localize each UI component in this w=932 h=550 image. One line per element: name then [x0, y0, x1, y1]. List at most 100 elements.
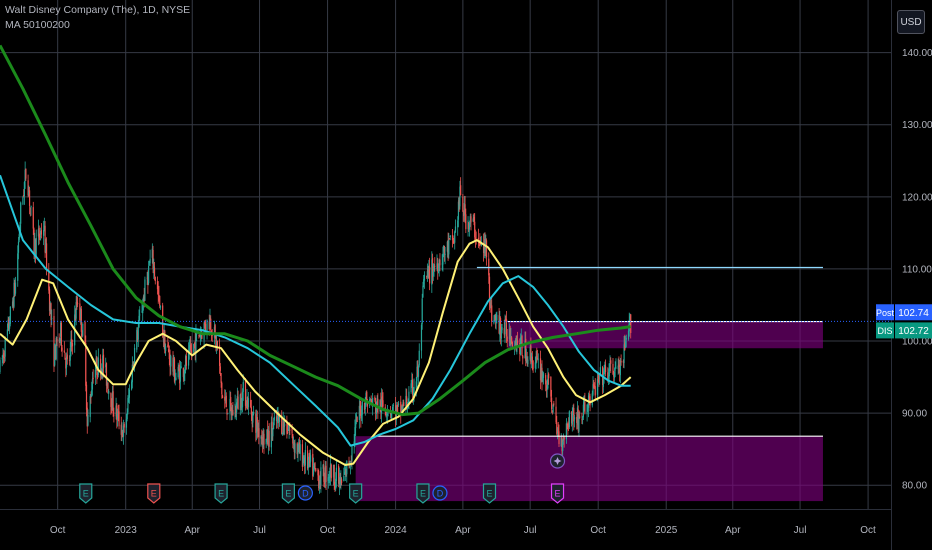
candle-body [284, 424, 286, 426]
dividend-marker: D [432, 485, 448, 501]
marker-letter: E [486, 489, 492, 499]
candle-body [429, 266, 431, 284]
candle-body [22, 197, 24, 205]
candle-body [439, 259, 441, 266]
candle-body [423, 274, 426, 281]
candle-body [548, 373, 550, 379]
candle-body [462, 196, 464, 212]
time-tick-label: Jul [524, 525, 537, 536]
price-chart[interactable]: EEEEDEEDEE 80.0090.00100.00110.00120.001… [0, 0, 932, 550]
candle-body [278, 416, 281, 422]
candle-body [615, 367, 617, 369]
candle-body [253, 411, 255, 413]
marker-letter: E [218, 489, 224, 499]
candle-body [247, 398, 250, 408]
supply-demand-zones [355, 321, 823, 502]
candle-body [614, 369, 616, 371]
candle-body [454, 231, 456, 243]
candle-body [180, 366, 182, 369]
candle-body [289, 429, 291, 431]
candle-body [137, 327, 139, 340]
candle-body [491, 305, 493, 322]
marker-letter: E [555, 489, 561, 499]
candle-body [422, 285, 424, 297]
candle-body [449, 235, 451, 238]
earnings-marker: E [79, 483, 93, 504]
candle-body [87, 414, 89, 426]
candle-body [625, 337, 627, 340]
candle-body [61, 347, 63, 351]
candle-body [287, 431, 289, 433]
candle-body [237, 396, 239, 410]
candle-body [630, 314, 632, 333]
price-tick-label: 120.00 [902, 192, 932, 203]
candle-body [159, 295, 161, 306]
candle-body [242, 382, 244, 392]
indicator-legend[interactable]: MA 50100200 [5, 19, 70, 32]
candle-body [304, 449, 306, 466]
candle-body [263, 433, 265, 445]
time-axis[interactable]: JulOct2023AprJulOct2024AprJulOct2025AprJ… [0, 509, 891, 550]
candle-body [563, 436, 565, 440]
marker-letter: E [285, 489, 291, 499]
price-tick-label: 130.00 [902, 120, 932, 131]
earnings-marker: E [214, 483, 228, 504]
candle-body [542, 373, 545, 378]
candle-body [397, 403, 400, 405]
candle-body [221, 382, 223, 395]
candle-body [220, 372, 222, 383]
candle-body [20, 202, 22, 224]
dividend-marker: D [297, 485, 313, 501]
candle-body [108, 390, 110, 394]
candle-body [144, 279, 146, 301]
moving-averages [0, 44, 632, 466]
candle-body [351, 445, 353, 461]
candle-body [185, 355, 187, 366]
candle-body [0, 360, 1, 373]
candle-body [118, 411, 120, 427]
time-tick-label: 2023 [115, 525, 138, 536]
earnings-marker: E [416, 483, 430, 504]
candle-body [232, 409, 234, 416]
candle-body [4, 337, 6, 357]
price-tag-dis: DIS 102.72 [876, 322, 932, 339]
candle-body [221, 395, 224, 399]
candle-body [281, 416, 283, 434]
candle-body [382, 400, 384, 407]
candle-body [343, 475, 345, 482]
candle-body [159, 306, 162, 308]
time-tick-label: Jul [253, 525, 266, 536]
price-axis[interactable]: 80.0090.00100.00110.00120.00130.00140.00 [891, 0, 932, 550]
price-zone [507, 321, 823, 349]
candle-body [470, 216, 472, 223]
marker-letter: E [151, 489, 157, 499]
candle-body [71, 343, 74, 347]
candle-body [522, 355, 524, 359]
currency-button[interactable]: USD [897, 10, 925, 34]
symbol-title[interactable]: Walt Disney Company (The), 1D, NYSE [5, 4, 190, 17]
candle-body [578, 417, 580, 432]
candle-body [210, 318, 212, 330]
candle-body [190, 350, 193, 354]
candle-body [610, 360, 612, 364]
time-tick-label: Apr [455, 525, 471, 536]
candle-body [225, 395, 227, 408]
candle-body [335, 467, 338, 481]
candle-body [506, 336, 508, 342]
time-tick-label: Jul [794, 525, 807, 536]
candle-body [558, 431, 560, 445]
candle-body [418, 350, 420, 366]
candle-body [149, 258, 151, 264]
candle-body [325, 465, 327, 482]
candle-body [579, 416, 581, 418]
candle-body [113, 414, 115, 416]
candle-body [66, 354, 68, 360]
candle-body [97, 357, 99, 375]
candle-body [77, 303, 79, 304]
candle-body [417, 365, 420, 377]
earnings-marker: E [550, 483, 565, 504]
candle-body [584, 402, 586, 413]
candle-body [94, 369, 96, 378]
candle-body [448, 240, 450, 255]
price-tick-label: 90.00 [902, 409, 927, 420]
